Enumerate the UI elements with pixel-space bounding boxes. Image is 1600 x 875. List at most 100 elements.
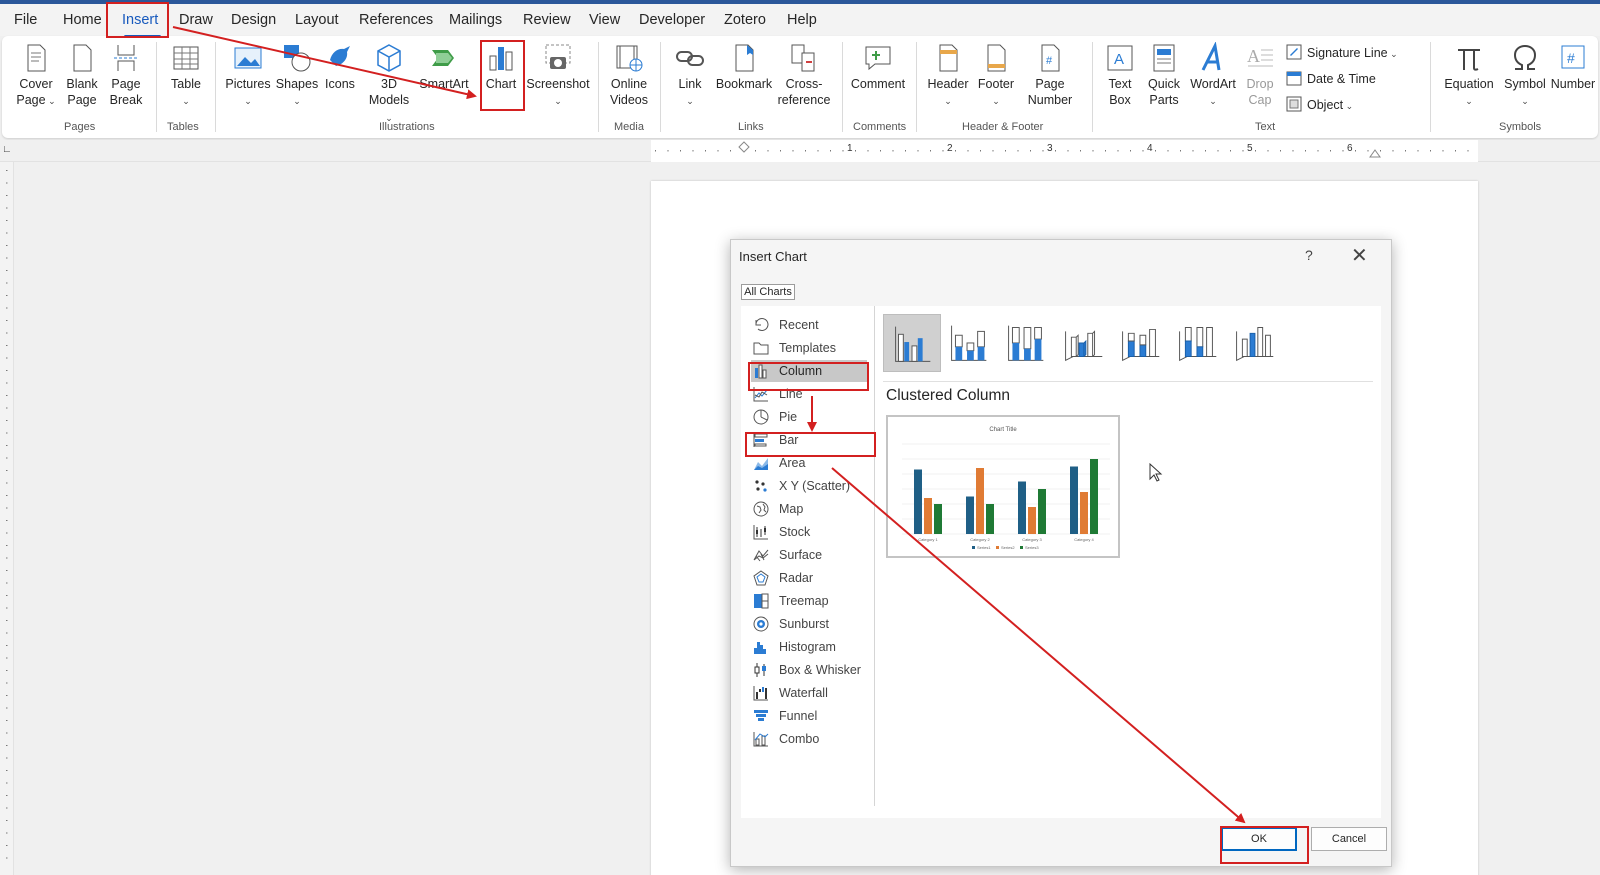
footer-icon <box>987 44 1006 72</box>
3d-models-button[interactable]: 3D Models ⌄ <box>364 42 414 126</box>
category-scatter[interactable]: X Y (Scatter) <box>751 475 867 497</box>
number-button[interactable]: # Number <box>1548 42 1598 92</box>
category-treemap[interactable]: Treemap <box>751 590 867 612</box>
group-label-illustrations: Illustrations <box>379 121 435 133</box>
date-time-button[interactable]: Date & Time <box>1286 70 1376 86</box>
category-recent[interactable]: Recent <box>751 314 867 336</box>
bookmark-button[interactable]: Bookmark <box>714 42 774 92</box>
chart-button[interactable]: Chart <box>478 42 524 92</box>
page-break-button[interactable]: Page Break <box>104 42 148 108</box>
signature-line-button[interactable]: Signature Line ⌄ <box>1286 44 1398 60</box>
header-button[interactable]: Header ⌄ <box>924 42 972 109</box>
funnel-icon <box>754 710 768 721</box>
category-label: Radar <box>779 571 814 585</box>
svg-text:A: A <box>1247 46 1260 66</box>
cross-reference-button[interactable]: Cross-reference <box>774 42 834 108</box>
tab-draw[interactable]: Draw <box>179 12 213 28</box>
symbol-button[interactable]: Symbol ⌄ <box>1500 42 1550 109</box>
group-separator <box>1430 42 1431 132</box>
tab-developer[interactable]: Developer <box>639 12 705 28</box>
category-area[interactable]: Area <box>751 452 867 474</box>
category-radar[interactable]: Radar <box>751 567 867 589</box>
cover-page-button[interactable]: Cover Page ⌄ <box>14 42 58 109</box>
online-videos-button[interactable]: Online Videos <box>604 42 654 108</box>
subtype-3d-100-stacked-column[interactable] <box>1168 314 1226 372</box>
category-stock[interactable]: Stock <box>751 521 867 543</box>
dialog-title: Insert Chart <box>739 249 807 264</box>
signature-line-label: Signature Line <box>1307 46 1388 60</box>
close-button[interactable]: ✕ <box>1351 243 1368 268</box>
cover-page-icon <box>27 44 46 72</box>
pictures-button[interactable]: Pictures ⌄ <box>222 42 274 109</box>
subtype-3d-column[interactable] <box>1225 314 1283 372</box>
category-label: Treemap <box>779 594 829 608</box>
clustered-column-icon <box>895 326 931 362</box>
category-histogram[interactable]: Histogram <box>751 636 867 658</box>
sunburst-icon <box>753 616 769 632</box>
symbol-label: Symbol <box>1504 77 1546 91</box>
category-label: Bar <box>779 433 799 447</box>
preview-legend-swatch <box>1020 546 1023 549</box>
tab-mailings[interactable]: Mailings <box>449 12 502 28</box>
tab-references[interactable]: References <box>359 12 433 28</box>
tab-all-charts[interactable]: All Charts <box>741 284 795 300</box>
drop-cap-button[interactable]: A Drop Cap <box>1240 42 1280 108</box>
ok-button[interactable]: OK <box>1221 827 1297 851</box>
page-number-button[interactable]: # Page Number <box>1020 42 1080 108</box>
link-button[interactable]: Link ⌄ <box>668 42 712 109</box>
category-column[interactable]: Column <box>751 360 867 382</box>
tab-review[interactable]: Review <box>523 12 571 28</box>
screenshot-button[interactable]: Screenshot ⌄ <box>526 42 590 109</box>
category-map[interactable]: Map <box>751 498 867 520</box>
tab-file[interactable]: File <box>14 12 37 28</box>
category-pie[interactable]: Pie <box>751 406 867 428</box>
equation-button[interactable]: Equation ⌄ <box>1438 42 1500 109</box>
blank-page-button[interactable]: Blank Page <box>60 42 104 108</box>
subtype-3d-stacked-column[interactable] <box>1111 314 1169 372</box>
svg-text:#: # <box>1567 50 1575 66</box>
category-line[interactable]: Line <box>751 383 867 405</box>
3d-percent-stacked-column-icon <box>1179 327 1217 362</box>
tab-layout[interactable]: Layout <box>295 12 339 28</box>
category-surface[interactable]: Surface <box>751 544 867 566</box>
footer-button[interactable]: Footer ⌄ <box>972 42 1020 109</box>
category-waterfall[interactable]: Waterfall <box>751 682 867 704</box>
subtype-stacked-column[interactable] <box>940 314 998 372</box>
wordart-button[interactable]: WordArt ⌄ <box>1188 42 1238 109</box>
ribbon-tabs: File Home Insert Draw Design Layout Refe… <box>0 4 1600 38</box>
category-templates[interactable]: Templates <box>751 337 867 359</box>
tab-home[interactable]: Home <box>63 12 102 28</box>
category-bar[interactable]: Bar <box>751 429 867 451</box>
icons-button[interactable]: Icons <box>320 42 360 92</box>
tab-zotero[interactable]: Zotero <box>724 12 766 28</box>
category-box-whisker[interactable]: Box & Whisker <box>751 659 867 681</box>
comment-button[interactable]: Comment <box>848 42 908 92</box>
ruler-mark-3: 3 <box>1047 143 1053 154</box>
quick-parts-button[interactable]: Quick Parts <box>1142 42 1186 108</box>
preview-bar <box>986 504 994 534</box>
help-button[interactable]: ? <box>1305 247 1313 263</box>
tab-design[interactable]: Design <box>231 12 276 28</box>
tab-view[interactable]: View <box>589 12 620 28</box>
subtype-3d-clustered-column[interactable] <box>1054 314 1112 372</box>
category-sunburst[interactable]: Sunburst <box>751 613 867 635</box>
subtype-100-stacked-column[interactable] <box>997 314 1055 372</box>
category-funnel[interactable]: Funnel <box>751 705 867 727</box>
stacked-column-icon <box>951 325 987 361</box>
group-label-pages: Pages <box>64 121 96 133</box>
vertical-ruler[interactable] <box>0 162 14 875</box>
3d-stacked-column-icon <box>1122 328 1160 362</box>
blank-page-icon <box>73 44 92 72</box>
smartart-button[interactable]: SmartArt <box>416 42 472 92</box>
tab-insert[interactable]: Insert <box>122 12 158 28</box>
horizontal-ruler[interactable]: ∟ 1 2 3 4 5 6 <box>0 140 1600 162</box>
object-label: Object <box>1307 98 1344 112</box>
cancel-button[interactable]: Cancel <box>1311 827 1387 851</box>
subtype-clustered-column[interactable] <box>883 314 941 372</box>
table-button[interactable]: Table ⌄ <box>164 42 208 109</box>
text-box-button[interactable]: A Text Box <box>1098 42 1142 108</box>
shapes-button[interactable]: Shapes ⌄ <box>274 42 320 109</box>
object-button[interactable]: Object ⌄ <box>1286 96 1353 112</box>
tab-help[interactable]: Help <box>787 12 817 28</box>
category-combo[interactable]: Combo <box>751 728 867 750</box>
